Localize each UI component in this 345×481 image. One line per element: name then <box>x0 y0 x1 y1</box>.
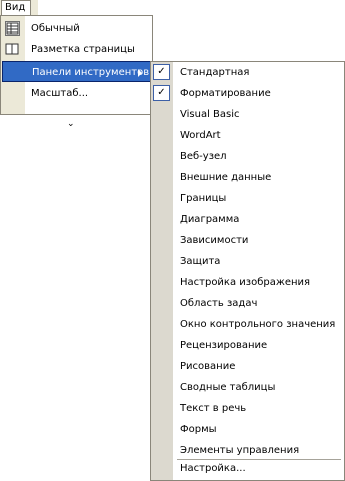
check-icon: ✓ <box>153 85 170 101</box>
submenu-item-label: Веб-узел <box>180 151 227 162</box>
submenu-item-drawing[interactable]: Рисование <box>152 356 343 377</box>
submenu-item-label: Форматирование <box>180 88 271 99</box>
submenu-item-standard[interactable]: ✓ Стандартная <box>152 62 343 83</box>
submenu-item-borders[interactable]: Границы <box>152 188 343 209</box>
submenu-item-formatting[interactable]: ✓ Форматирование <box>152 83 343 104</box>
submenu-item-pivot-tables[interactable]: Сводные таблицы <box>152 377 343 398</box>
view-menu: Обычный Разметка страницы Панели инструм… <box>0 15 153 129</box>
toolbars-submenu: ✓ Стандартная ✓ Форматирование Visual Ba… <box>150 61 345 481</box>
submenu-item-label: Visual Basic <box>180 109 240 120</box>
submenu-item-label: Формы <box>180 424 217 435</box>
submenu-item-task-pane[interactable]: Область задач <box>152 293 343 314</box>
menu-item-normal[interactable]: Обычный <box>2 18 151 39</box>
submenu-item-label: Рецензирование <box>180 340 268 351</box>
submenu-item-watch-window[interactable]: Окно контрольного значения <box>152 314 343 335</box>
submenu-item-label: Границы <box>180 193 227 204</box>
menu-item-print-layout[interactable]: Разметка страницы <box>2 39 151 60</box>
submenu-item-label: WordArt <box>180 130 221 141</box>
submenu-item-visual-basic[interactable]: Visual Basic <box>152 104 343 125</box>
submenu-item-web[interactable]: Веб-узел <box>152 146 343 167</box>
submenu-item-label: Настройка... <box>180 463 246 474</box>
submenu-item-text-to-speech[interactable]: Текст в речь <box>152 398 343 419</box>
submenu-item-reviewing[interactable]: Рецензирование <box>152 335 343 356</box>
submenu-item-label: Защита <box>180 256 221 267</box>
submenu-item-picture[interactable]: Настройка изображения <box>152 272 343 293</box>
menu-item-label: Обычный <box>31 23 80 34</box>
submenu-item-chart[interactable]: Диаграмма <box>152 209 343 230</box>
submenu-item-external-data[interactable]: Внешние данные <box>152 167 343 188</box>
submenu-item-protection[interactable]: Защита <box>152 251 343 272</box>
check-icon: ✓ <box>153 64 170 80</box>
menu-item-toolbars[interactable]: Панели инструментов <box>2 61 151 82</box>
menu-item-label: Панели инструментов <box>32 67 150 78</box>
submenu-item-label: Диаграмма <box>180 214 240 225</box>
submenu-item-forms[interactable]: Формы <box>152 419 343 440</box>
submenu-item-label: Сводные таблицы <box>180 382 276 393</box>
menu-item-label: Масштаб... <box>31 88 89 99</box>
submenu-item-wordart[interactable]: WordArt <box>152 125 343 146</box>
menu-item-zoom[interactable]: Масштаб... <box>2 83 151 104</box>
expand-menu-icon[interactable]: ⌄ <box>67 120 75 129</box>
submenu-item-label: Настройка изображения <box>180 277 311 288</box>
submenu-item-label: Внешние данные <box>180 172 272 183</box>
menu-view[interactable]: Вид <box>1 0 31 15</box>
submenu-item-label: Стандартная <box>180 67 250 78</box>
menu-bar: Вид <box>0 0 38 16</box>
submenu-item-label: Текст в речь <box>180 403 247 414</box>
submenu-item-label: Рисование <box>180 361 236 372</box>
submenu-item-label: Зависимости <box>180 235 249 246</box>
normal-view-icon <box>5 21 20 36</box>
submenu-arrow-icon <box>138 69 142 77</box>
submenu-item-label: Область задач <box>180 298 258 309</box>
submenu-item-label: Окно контрольного значения <box>180 319 336 330</box>
submenu-item-customize[interactable]: Настройка... <box>152 458 343 479</box>
submenu-item-dependencies[interactable]: Зависимости <box>152 230 343 251</box>
print-layout-icon <box>5 42 20 57</box>
menu-item-label: Разметка страницы <box>31 44 135 55</box>
